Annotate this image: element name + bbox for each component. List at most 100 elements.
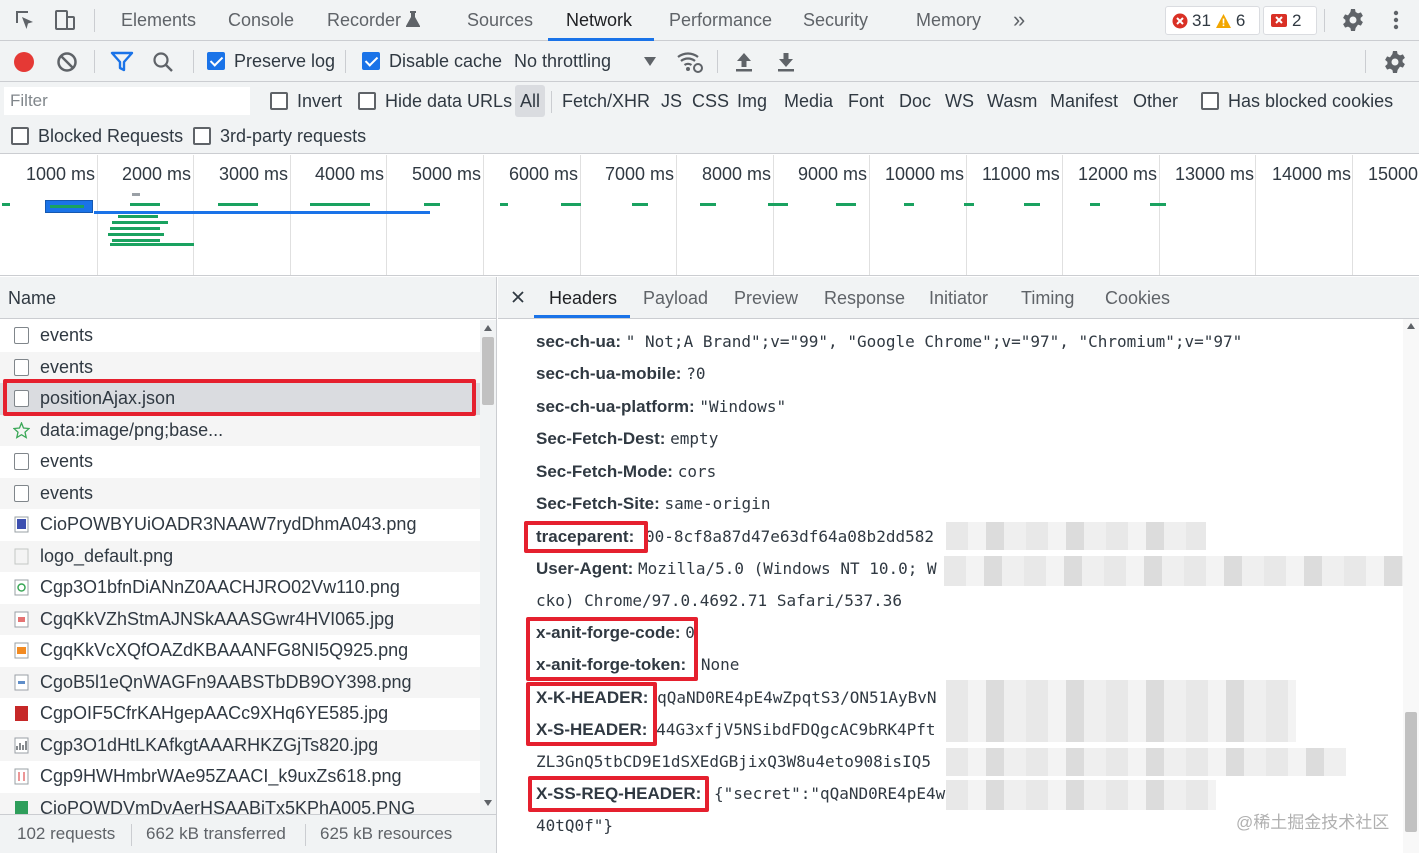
request-row[interactable]: CgqKkVcXQfOAZdKBAAANFG8NI5Q925.png (0, 635, 480, 667)
request-row[interactable]: CioPOWBYUiOADR3NAAW7rydDhmA043.png (0, 509, 480, 541)
clear-icon[interactable] (56, 51, 78, 73)
third-party-requests-checkbox[interactable] (193, 127, 211, 145)
export-har-download-icon[interactable] (776, 51, 796, 73)
tick-line (97, 155, 98, 275)
request-name: CioPOWBYUiOADR3NAAW7rydDhmA043.png (40, 514, 417, 534)
tab-sources[interactable]: Sources (467, 10, 533, 31)
more-tabs-button[interactable]: » (1013, 7, 1025, 33)
type-filter-fetch-xhr[interactable]: Fetch/XHR (562, 91, 650, 112)
tab-elements[interactable]: Elements (121, 10, 196, 31)
more-options-icon[interactable] (1384, 8, 1408, 32)
has-blocked-cookies-checkbox[interactable] (1201, 92, 1219, 110)
image-thumbnail-icon (14, 674, 29, 690)
tab-response[interactable]: Response (824, 288, 905, 309)
timeline-overview[interactable]: 1000 ms 2000 ms 3000 ms 4000 ms 5000 ms … (0, 155, 1419, 276)
settings-gear-icon[interactable] (1341, 8, 1365, 32)
tab-recorder[interactable]: Recorder (327, 10, 401, 31)
chevron-down-icon[interactable] (644, 57, 656, 66)
list-scrollbar-thumb[interactable] (482, 337, 494, 405)
tab-cookies[interactable]: Cookies (1105, 288, 1170, 309)
request-row[interactable]: Cgp9HWHmbrWAe95ZAACI_k9uxZs618.png (0, 761, 480, 793)
tick-line (1352, 155, 1353, 275)
name-column-header[interactable]: Name (8, 288, 56, 309)
header-value: ZL3GnQ5tbCD9E1dSXEdGBjixQ3W8u4eto908isIQ… (536, 752, 931, 771)
type-filter-css[interactable]: CSS (692, 91, 729, 112)
type-filter-js[interactable]: JS (661, 91, 682, 112)
request-row[interactable]: events (0, 477, 480, 509)
search-icon[interactable] (152, 51, 174, 73)
tab-payload[interactable]: Payload (643, 288, 708, 309)
request-name: CgoB5l1eQnWAGFn9AABSTbDB9OY398.png (40, 671, 412, 692)
error-count: 31 (1192, 10, 1211, 30)
request-row[interactable]: events (0, 320, 480, 352)
tick-label: 11000 ms (982, 164, 1060, 184)
tab-initiator[interactable]: Initiator (929, 288, 988, 309)
tab-performance[interactable]: Performance (669, 10, 772, 31)
tick-line (773, 155, 774, 275)
import-har-upload-icon[interactable] (734, 51, 754, 73)
tick-label: 3000 ms (219, 164, 289, 184)
type-filter-doc[interactable]: Doc (899, 91, 931, 112)
type-filter-other[interactable]: Other (1133, 91, 1178, 112)
type-filter-media[interactable]: Media (784, 91, 833, 112)
tab-preview[interactable]: Preview (734, 288, 798, 309)
header-value: same-origin (664, 494, 771, 513)
tab-console[interactable]: Console (228, 10, 294, 31)
throttling-select[interactable]: No throttling (514, 51, 611, 72)
error-warning-counter[interactable]: 31 6 (1165, 6, 1260, 35)
document-icon (14, 453, 29, 470)
request-row[interactable]: data:image/png;base... (0, 414, 480, 446)
preserve-log-checkbox[interactable] (207, 52, 225, 70)
waterfall-bar (561, 203, 581, 206)
type-filter-img[interactable]: Img (737, 91, 767, 112)
device-toolbar-icon[interactable] (53, 8, 77, 32)
record-icon[interactable] (13, 51, 35, 73)
filter-input[interactable] (4, 87, 250, 115)
type-filter-font[interactable]: Font (848, 91, 884, 112)
scroll-up-arrow-icon[interactable] (484, 325, 492, 331)
network-conditions-icon[interactable] (676, 49, 704, 75)
tick-line (966, 155, 967, 275)
type-filter-ws[interactable]: WS (945, 91, 974, 112)
hide-data-urls-checkbox[interactable] (358, 92, 376, 110)
tick-label: 9000 ms (798, 164, 868, 184)
request-row[interactable]: logo_default.png (0, 540, 480, 572)
preserve-log-label: Preserve log (234, 51, 336, 71)
request-row[interactable]: CgqKkVZhStmAJNSkAAASGwr4HVI065.jpg (0, 603, 480, 635)
request-row[interactable]: Cgp3O1dHtLKAfkgtAAARHKZGjTs820.jpg (0, 729, 480, 761)
image-thumbnail-icon (14, 611, 29, 627)
request-row[interactable]: CgoB5l1eQnWAGFn9AABSTbDB9OY398.png (0, 666, 480, 698)
issues-counter[interactable]: 2 (1263, 6, 1317, 35)
request-row[interactable]: CgpOIF5CfrKAHgepAACc9XHq6YE585.jpg (0, 698, 480, 730)
disable-cache-checkbox[interactable] (362, 52, 380, 70)
type-filter-all[interactable]: All (515, 85, 545, 117)
blocked-requests-checkbox[interactable] (11, 127, 29, 145)
waterfall-bar (1090, 203, 1100, 206)
scroll-up-arrow-icon[interactable] (1407, 323, 1415, 329)
scroll-down-arrow-icon[interactable] (484, 800, 492, 806)
header-row: sec-ch-ua-platform: "Windows" (536, 397, 786, 417)
tab-security[interactable]: Security (803, 10, 868, 31)
invert-checkbox[interactable] (270, 92, 288, 110)
tab-network[interactable]: Network (566, 10, 632, 31)
filter-icon[interactable] (110, 51, 134, 73)
request-row[interactable]: CioPOWDVmDvAerHSAABiTx5KPhA005.PNG (0, 792, 480, 814)
type-filter-wasm[interactable]: Wasm (987, 91, 1037, 112)
waterfall-bar (110, 227, 160, 230)
details-scrollbar-thumb[interactable] (1405, 712, 1417, 832)
tick-label: 12000 ms (1078, 164, 1158, 184)
image-thumbnail-icon (14, 548, 29, 564)
request-name: CgpOIF5CfrKAHgepAACc9XHq6YE585.jpg (40, 703, 389, 723)
inspect-element-icon[interactable] (13, 8, 37, 32)
type-filter-manifest[interactable]: Manifest (1050, 91, 1118, 112)
network-settings-gear-icon[interactable] (1383, 50, 1407, 74)
tab-memory[interactable]: Memory (916, 10, 981, 31)
list-header: Name (0, 277, 496, 319)
request-row[interactable]: Cgp3O1bfnDiANnZ0AACHJRO02Vw110.png (0, 572, 480, 604)
request-name: data:image/png;base... (40, 419, 224, 440)
transferred-size: 662 kB transferred (146, 824, 286, 843)
tab-headers[interactable]: Headers (549, 288, 617, 309)
close-icon[interactable] (512, 291, 524, 303)
tab-timing[interactable]: Timing (1021, 288, 1074, 309)
request-row[interactable]: events (0, 446, 480, 478)
